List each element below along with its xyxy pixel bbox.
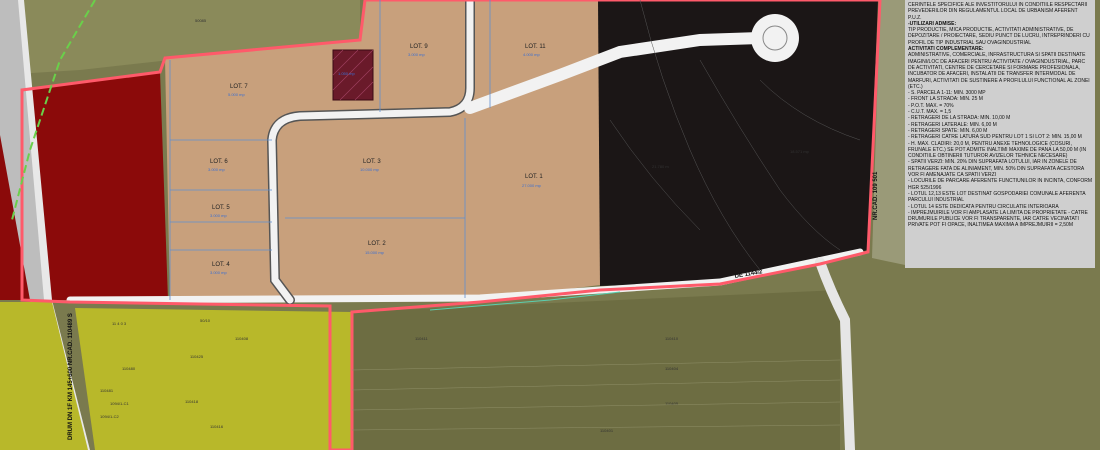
parcel-number: 110411	[415, 336, 429, 341]
parcel-number: 1094/1-C2	[100, 414, 119, 419]
parcel-number: 110416	[210, 424, 224, 429]
drum-label: DRUM DN 1F KM 145+600 NR.CAD. 110489 S	[68, 313, 74, 440]
lot-7-label: LOT. 7	[230, 84, 248, 90]
regulations-legend: CERINTELE SPECIFICE ALE INVESTITORULUI I…	[905, 0, 1095, 268]
legend-line: - H. MAX. CLADIRI: 20,0 M, PENTRU ANEXE …	[908, 140, 1072, 147]
lot-4-area: 3.000 mp	[210, 270, 227, 275]
legend-line: DEPOZITARE / PROIECTARE, SEDIU PUNCT DE …	[908, 33, 1090, 40]
parcel-number: 11 4 0 3	[112, 321, 127, 326]
lot-1-area: 27.000 mp	[522, 183, 542, 188]
lot-7-area: 5.000 mp	[228, 92, 245, 97]
parcel-number: 110408	[235, 336, 249, 341]
lot-9-area: 3.000 mp	[408, 52, 425, 57]
legend-line: MARFURI, ACTIVITATI DE SUSTINERE A PROFI…	[908, 77, 1090, 84]
black-area-label-1: 21.780 m	[652, 164, 669, 169]
legend-line: PREVEDERILOR DIN REGULAMENTUL LOCAL DE U…	[908, 8, 1078, 21]
parcel-number: 110480	[122, 366, 136, 371]
parcel-number: 110418	[185, 399, 199, 404]
map-canvas: LOT. 1 27.000 mp LOT. 2 15.000 mp LOT. 3…	[0, 0, 1100, 450]
lot-3-label: LOT. 3	[363, 159, 381, 165]
parcel-number: 110401	[600, 428, 614, 433]
parcel-number: 110410	[665, 336, 679, 341]
roundabout	[751, 14, 799, 62]
lot-4-label: LOT. 4	[212, 262, 230, 268]
black-area-label-2: 18.571 mp	[790, 149, 810, 154]
parcel-number: 110425	[190, 354, 204, 359]
parcel-number: 110405	[665, 401, 679, 406]
legend-line: ADMINISTRATIVE, COMERCIALE, INFRASTRUCTU…	[908, 52, 1086, 59]
parcel-number: 110481	[100, 388, 114, 393]
parcel-number: 110404	[665, 366, 679, 371]
legend-line: - SPATII VERZI: MIN. 20% DIN SUPRAFATA L…	[908, 159, 1077, 166]
legend-line: - RETRAGERI CATRE LATURA SUD PENTRU LOT …	[908, 134, 1082, 141]
lot-9-label: LOT. 9	[410, 44, 428, 50]
parcel-number: 1094/1-C1	[110, 401, 129, 406]
lot-3-area: 10.000 mp	[360, 167, 380, 172]
lot-1-label: LOT. 1	[525, 174, 543, 180]
lot-6-label: LOT. 6	[210, 159, 228, 165]
legend-line: - LOCURILE DE PARCARE AFERENTE FUNCTIUNI…	[908, 178, 1092, 185]
lot-2-label: LOT. 2	[368, 241, 386, 247]
lot-5-label: LOT. 5	[212, 205, 230, 211]
right-cad-label: NR.CAD. 109 501	[873, 171, 879, 220]
legend-line: INCUBATOR DE AFACERI, INSTALATII DE TRAN…	[908, 71, 1076, 78]
lot-6-area: 3.000 mp	[208, 167, 225, 172]
lot-5-area: 3.000 mp	[210, 213, 227, 218]
lot-11-area: 4.000 mp	[523, 52, 540, 57]
lot-11-label: LOT. 11	[525, 44, 546, 50]
parcel-number: 50085	[195, 18, 207, 23]
lot-2-area: 15.000 mp	[365, 250, 385, 255]
parcel-number: 50/10	[200, 318, 211, 323]
lot-12-area: 1.050 mp	[338, 71, 355, 76]
legend-line: PRIVATE POT FI OPACE, INALTIMEA MAXIMA A…	[908, 222, 1073, 229]
